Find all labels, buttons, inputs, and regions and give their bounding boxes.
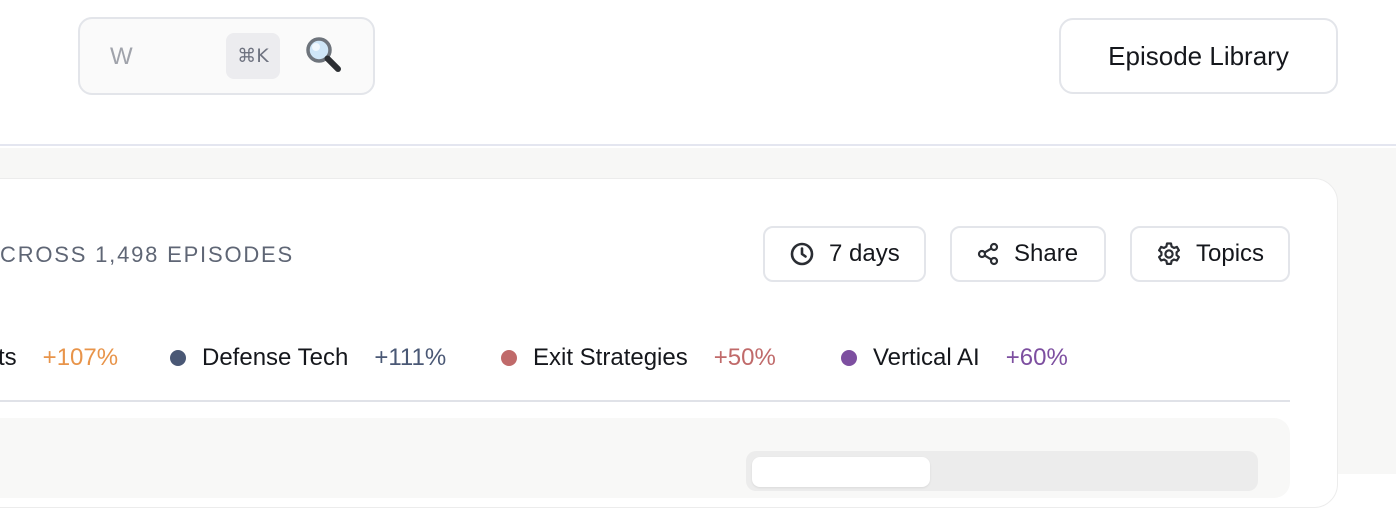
trend-change: +60% bbox=[1005, 344, 1068, 371]
trend-name: Defense Tech bbox=[202, 344, 349, 371]
trend-item[interactable]: Vertical AI +60% bbox=[841, 340, 1068, 376]
magnifier-icon bbox=[306, 37, 341, 72]
trend-name: ts bbox=[0, 344, 17, 371]
trend-item[interactable]: Exit Strategies +50% bbox=[501, 340, 776, 376]
trend-dot bbox=[170, 350, 186, 366]
trend-item[interactable]: ts +107% bbox=[0, 340, 118, 376]
trend-dot bbox=[501, 350, 517, 366]
view-toggle-active-segment[interactable] bbox=[752, 457, 930, 487]
topics-label: Topics bbox=[1196, 240, 1265, 267]
card-heading: CROSS 1,498 EPISODES bbox=[0, 242, 294, 267]
days-filter-label: 7 days bbox=[829, 240, 900, 267]
topics-button[interactable]: Topics bbox=[1130, 226, 1290, 282]
top-bar: ⌘K Episode Library bbox=[0, 0, 1396, 146]
trend-dot bbox=[841, 350, 857, 366]
trend-change: +111% bbox=[374, 344, 447, 371]
share-label: Share bbox=[1014, 240, 1079, 267]
search-box[interactable]: ⌘K bbox=[78, 17, 375, 95]
trend-name: Vertical AI bbox=[873, 344, 980, 371]
share-button[interactable]: Share bbox=[950, 226, 1106, 282]
search-input[interactable] bbox=[110, 41, 182, 73]
gear-icon bbox=[1158, 242, 1180, 265]
share-icon bbox=[977, 242, 999, 266]
days-filter-button[interactable]: 7 days bbox=[763, 226, 926, 282]
trend-change: +107% bbox=[42, 344, 119, 371]
trend-name: Exit Strategies bbox=[533, 344, 688, 371]
search-shortcut-hint: ⌘K bbox=[226, 33, 280, 79]
trend-change: +50% bbox=[713, 344, 776, 371]
clock-icon bbox=[790, 242, 814, 266]
divider bbox=[0, 400, 1290, 402]
search-button[interactable] bbox=[302, 33, 346, 77]
episode-library-button[interactable]: Episode Library bbox=[1059, 18, 1338, 94]
trend-item[interactable]: Defense Tech +111% bbox=[170, 340, 446, 376]
